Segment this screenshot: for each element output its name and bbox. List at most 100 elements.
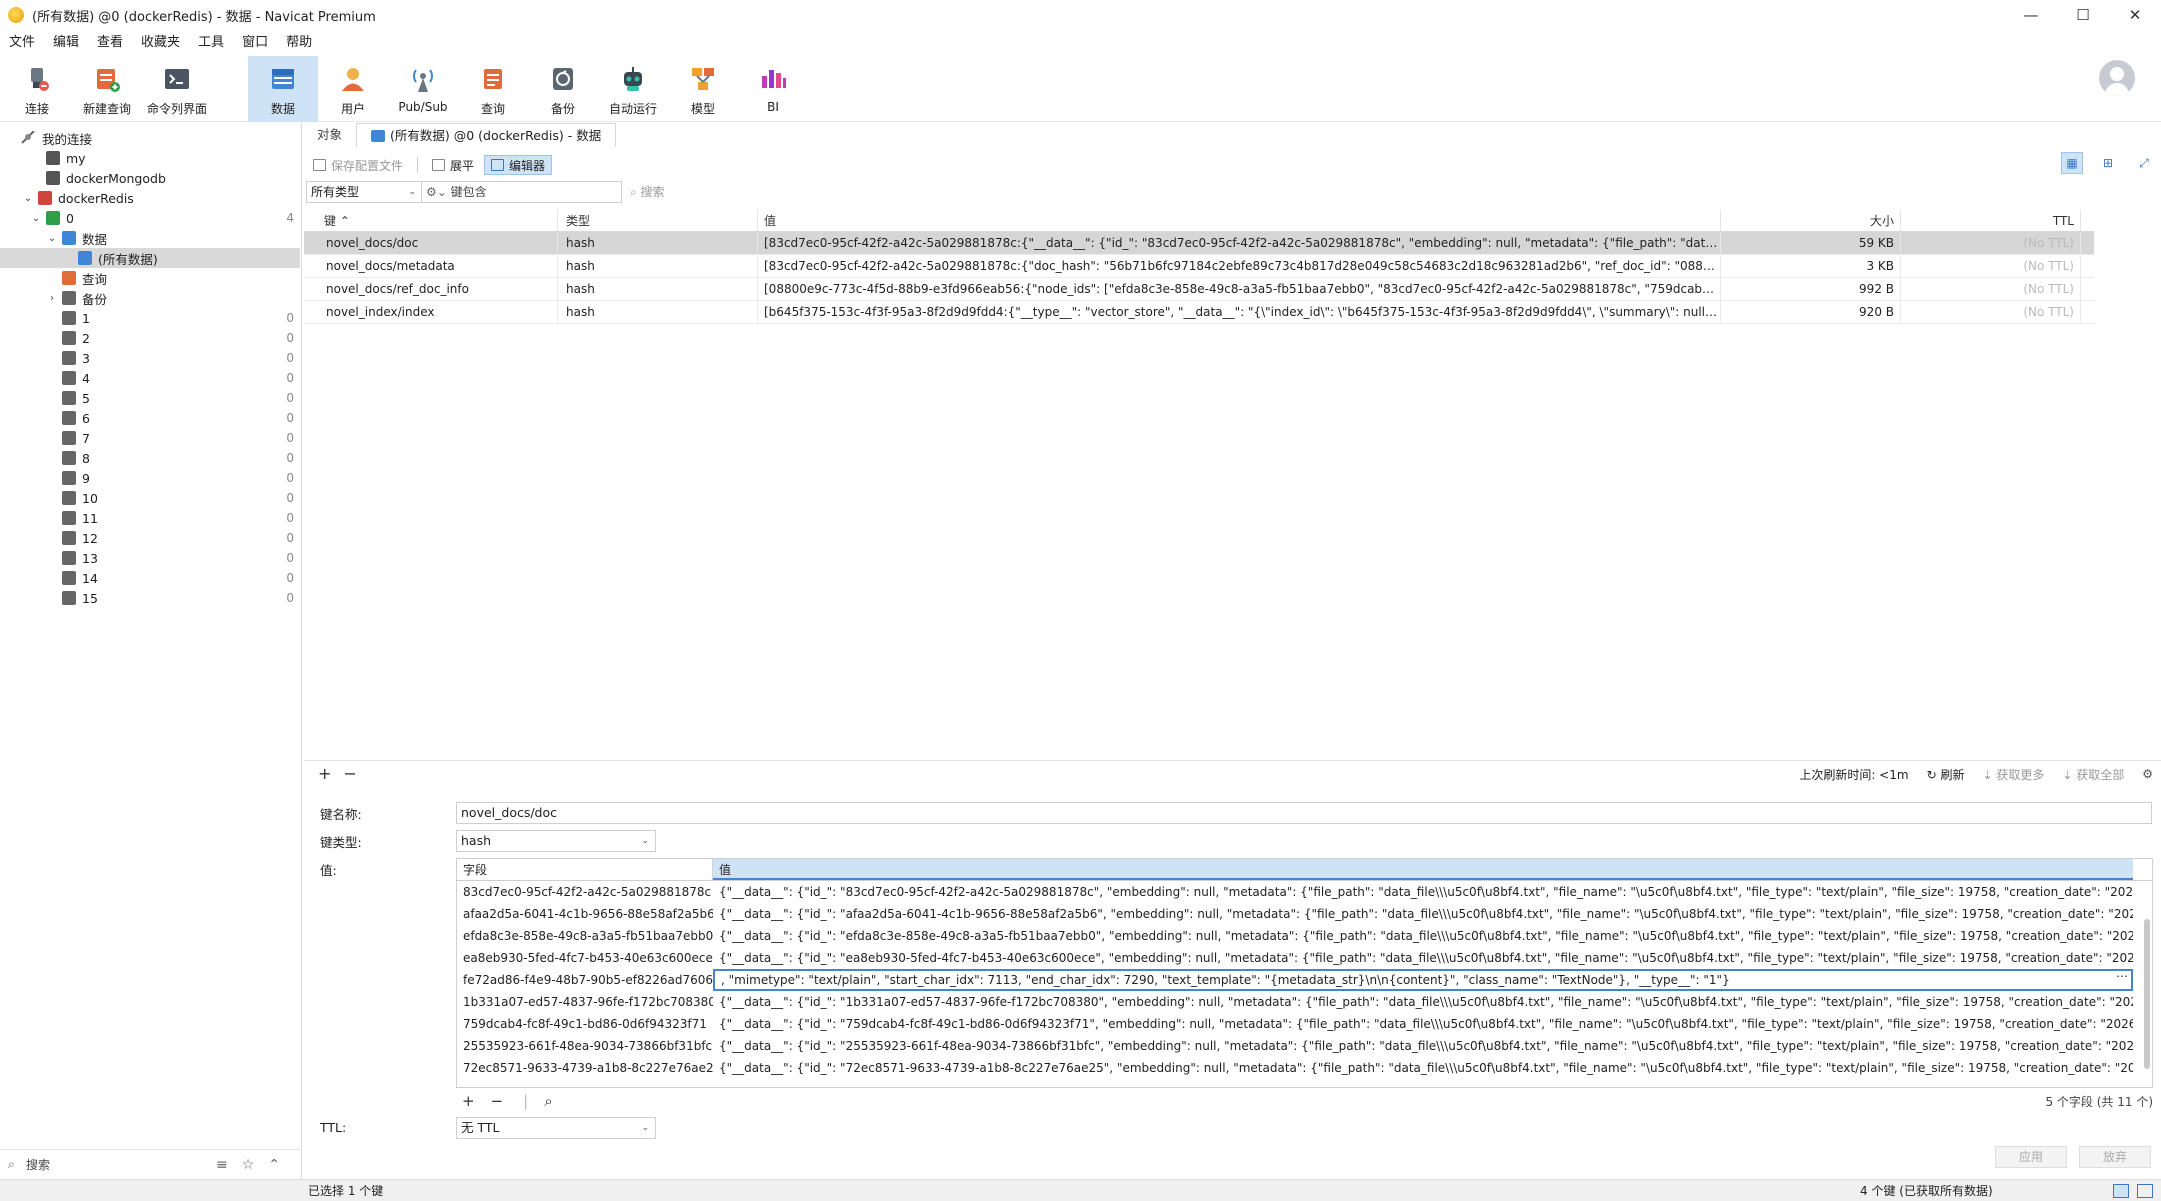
hash-value-editor[interactable]: , "mimetype": "text/plain", "start_char_… <box>713 969 2133 991</box>
expand-chevron-icon[interactable]: ⌄ <box>22 193 34 204</box>
menu-help[interactable]: 帮助 <box>277 32 321 54</box>
discard-button[interactable]: 放弃 <box>2079 1146 2151 1168</box>
cell-size[interactable]: 59 KB <box>1721 232 1901 254</box>
tree-item[interactable]: my <box>0 148 300 168</box>
tree-item[interactable]: 20 <box>0 328 300 348</box>
cell-type[interactable]: hash <box>558 301 758 323</box>
cell-ttl[interactable]: (No TTL) <box>1901 278 2081 300</box>
tab-data[interactable]: (所有数据) @0 (dockerRedis) - 数据 <box>356 123 617 147</box>
hash-field-cell[interactable]: 25535923-661f-48ea-9034-73866bf31bfc <box>457 1035 713 1057</box>
tree-item[interactable]: ⌄ dockerRedis <box>0 188 300 208</box>
tree-item[interactable]: 15 0 <box>0 588 300 608</box>
hash-value-cell[interactable]: {"__data__": {"id_": "efda8c3e-858e-49c8… <box>713 925 2133 947</box>
vertical-scrollbar[interactable] <box>2144 919 2150 1069</box>
hash-field-cell[interactable]: 1b331a07-ed57-4837-96fe-f172bc708380 <box>457 991 713 1013</box>
cell-value[interactable]: [83cd7ec0-95cf-42f2-a42c-5a029881878c:{"… <box>758 232 1721 254</box>
toolbar-query-button[interactable]: 查询 <box>458 56 528 122</box>
hash-value-cell[interactable]: {"__data__": {"id_": "25535923-661f-48ea… <box>713 1035 2133 1057</box>
cell-value[interactable]: [b645f375-153c-4f3f-95a3-8f2d9d9fdd4:{"_… <box>758 301 1721 323</box>
toolbar-bi-button[interactable]: BI <box>738 56 808 122</box>
table-row[interactable]: novel_docs/metadata hash [83cd7ec0-95cf-42… <box>304 255 2094 278</box>
cell-type[interactable]: hash <box>558 255 758 277</box>
tree-item[interactable]: 30 <box>0 348 300 368</box>
key-filter-input[interactable]: ⚙⌄ 键包含 <box>422 181 622 203</box>
fullscreen-icon[interactable]: ⤢ <box>2133 152 2155 174</box>
tree-item[interactable]: 11 0 <box>0 508 300 528</box>
column-size[interactable]: 大小 <box>1721 210 1901 231</box>
hash-row[interactable]: 1b331a07-ed57-4837-96fe-f172bc708380 {"__… <box>457 991 2152 1013</box>
toolbar-automation-button[interactable]: 自动运行 <box>598 56 668 122</box>
tree-view-icon[interactable]: ⊞ <box>2097 152 2119 174</box>
expand-chevron-icon[interactable]: ⌄ <box>46 233 58 244</box>
toolbar-connect-button[interactable]: 连接 <box>2 56 72 122</box>
cell-key[interactable]: novel_docs/ref_doc_info <box>304 278 558 300</box>
toolbar-data-button[interactable]: 数据 <box>248 56 318 122</box>
menu-view[interactable]: 查看 <box>88 32 132 54</box>
column-field[interactable]: 字段 <box>457 859 713 880</box>
filter-icon[interactable]: ≡ <box>216 1157 228 1173</box>
tab-objects[interactable]: 对象 <box>303 123 356 147</box>
editor-button[interactable]: 编辑器 <box>484 155 553 175</box>
hash-field-cell[interactable]: 72ec8571-9633-4739-a1b8-8c227e76ae25 <box>457 1057 713 1079</box>
cell-key[interactable]: novel_docs/metadata <box>304 255 558 277</box>
hash-value-cell[interactable]: {"__data__": {"id_": "ea8eb930-5fed-4fc7… <box>713 947 2133 969</box>
key-name-input[interactable]: novel_docs/doc <box>456 802 2152 824</box>
tree-item[interactable]: 查询 <box>0 268 300 288</box>
expand-chevron-icon[interactable]: ⌄ <box>30 213 42 224</box>
search-icon[interactable]: ⌕ <box>544 1092 552 1110</box>
hash-value-cell[interactable]: {"__data__": {"id_": "759dcab4-fc8f-49c1… <box>713 1013 2133 1035</box>
table-row[interactable]: novel_docs/doc hash [83cd7ec0-95cf-42f2-a4… <box>304 232 2094 255</box>
type-filter-select[interactable]: 所有类型 ⌄ <box>306 181 422 203</box>
hash-value-cell[interactable]: {"__data__": {"id_": "afaa2d5a-6041-4c1b… <box>713 903 2133 925</box>
close-button[interactable]: ✕ <box>2109 0 2161 30</box>
menu-edit[interactable]: 编辑 <box>44 32 88 54</box>
cell-type[interactable]: hash <box>558 278 758 300</box>
hash-row[interactable]: 759dcab4-fc8f-49c1-bd86-0d6f94323f71 {"__… <box>457 1013 2152 1035</box>
cell-size[interactable]: 920 B <box>1721 301 1901 323</box>
fetch-all-button[interactable]: ⇣ 获取全部 <box>2062 766 2124 783</box>
menu-window[interactable]: 窗口 <box>233 32 277 54</box>
ttl-select[interactable]: 无 TTL ⌄ <box>456 1117 656 1139</box>
tree-item[interactable]: 80 <box>0 448 300 468</box>
column-key[interactable]: 键 ⌃ <box>304 210 558 231</box>
hash-field-cell[interactable]: fe72ad86-f4e9-48b7-90b5-ef8226ad7606 <box>457 969 713 991</box>
tree-item[interactable]: 90 <box>0 468 300 488</box>
tree-item[interactable]: 10 <box>0 308 300 328</box>
cell-value[interactable]: [83cd7ec0-95cf-42f2-a42c-5a029881878c:{"… <box>758 255 1721 277</box>
expand-chevron-icon[interactable]: › <box>46 293 58 304</box>
sidebar-search-label[interactable]: 搜索 <box>26 1156 50 1173</box>
toolbar-model-button[interactable]: 模型 <box>668 56 738 122</box>
tree-item[interactable]: 13 0 <box>0 548 300 568</box>
more-options-icon[interactable]: ⋯ <box>2116 969 2128 983</box>
column-type[interactable]: 类型 <box>558 210 758 231</box>
key-type-select[interactable]: hash ⌄ <box>456 830 656 852</box>
collapse-icon[interactable]: ⌃ <box>268 1157 280 1173</box>
hash-value-cell[interactable]: {"__data__": {"id_": "72ec8571-9633-4739… <box>713 1057 2133 1079</box>
table-row[interactable]: novel_index/index hash [b645f375-153c-4f3f… <box>304 301 2094 324</box>
star-icon[interactable]: ☆ <box>242 1157 255 1173</box>
hash-row[interactable]: efda8c3e-858e-49c8-a3a5-fb51baa7ebb0 {"__… <box>457 925 2152 947</box>
tree-item[interactable]: 12 0 <box>0 528 300 548</box>
hash-row[interactable]: 25535923-661f-48ea-9034-73866bf31bfc {"__… <box>457 1035 2152 1057</box>
toolbar-new-query-button[interactable]: 新建查询 <box>72 56 142 122</box>
single-view-icon[interactable] <box>2137 1183 2153 1198</box>
column-value[interactable]: 值 <box>758 210 1721 231</box>
flat-view-button[interactable]: 展平 <box>426 155 480 175</box>
cell-value[interactable]: [08800e9c-773c-4f5d-88b9-e3fd966eab56:{"… <box>758 278 1721 300</box>
cell-ttl[interactable]: (No TTL) <box>1901 232 2081 254</box>
apply-button[interactable]: 应用 <box>1995 1146 2067 1168</box>
settings-gear-icon[interactable]: ⚙ <box>2142 767 2153 781</box>
remove-field-icon[interactable]: − <box>491 1092 504 1110</box>
tree-item[interactable]: (所有数据) <box>0 248 300 268</box>
hash-value-cell[interactable]: {"__data__": {"id_": "83cd7ec0-95cf-42f2… <box>713 881 2133 903</box>
tree-item[interactable]: ⌄ 0 4 <box>0 208 300 228</box>
column-hash-value[interactable]: 值 <box>713 859 2133 880</box>
hash-field-cell[interactable]: ea8eb930-5fed-4fc7-b453-40e63c600ece <box>457 947 713 969</box>
tree-root-my-connections[interactable]: 我的连接 <box>0 128 300 148</box>
hash-field-cell[interactable]: efda8c3e-858e-49c8-a3a5-fb51baa7ebb0 <box>457 925 713 947</box>
cell-key[interactable]: novel_docs/doc <box>304 232 558 254</box>
tree-item[interactable]: 50 <box>0 388 300 408</box>
split-view-icon[interactable] <box>2113 1183 2129 1198</box>
hash-field-cell[interactable]: afaa2d5a-6041-4c1b-9656-88e58af2a5b6 <box>457 903 713 925</box>
toolbar-console-button[interactable]: 命令列界面 <box>142 56 212 122</box>
